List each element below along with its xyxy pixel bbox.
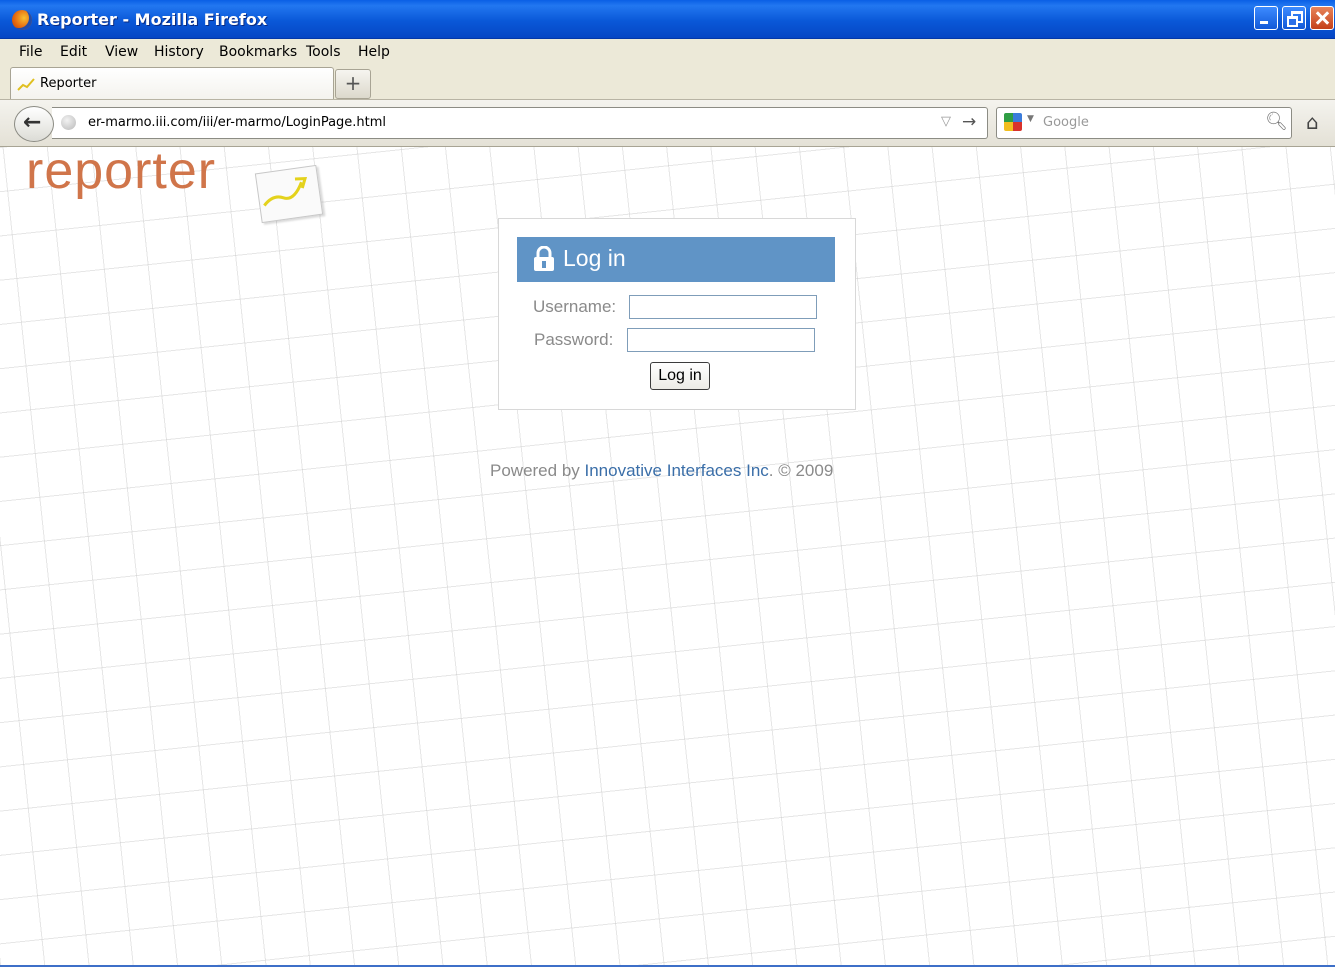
- username-label: Username:: [533, 297, 617, 316]
- page-content: reporter Log in Username: Password: Log …: [0, 142, 1335, 967]
- login-panel: Log in Username: Password: Log in: [498, 218, 856, 410]
- footer-suffix: . © 2009: [768, 461, 834, 480]
- tab-strip: Reporter +: [0, 64, 1335, 100]
- reporter-logo-graph-icon: [254, 164, 324, 224]
- menu-view[interactable]: View: [105, 44, 138, 60]
- menu-edit[interactable]: Edit: [60, 44, 87, 60]
- site-identity-icon[interactable]: [61, 115, 76, 130]
- tab-reporter[interactable]: Reporter: [10, 67, 334, 99]
- home-icon[interactable]: ⌂: [1306, 110, 1319, 134]
- password-label: Password:: [534, 330, 614, 349]
- lock-icon: [534, 246, 554, 271]
- url-bar[interactable]: er-marmo.iii.com/iii/er-marmo/LoginPage.…: [52, 107, 988, 139]
- new-tab-button[interactable]: +: [335, 69, 371, 99]
- login-button[interactable]: Log in: [650, 362, 710, 390]
- back-arrow-icon: ←: [23, 110, 42, 135]
- menu-file[interactable]: File: [19, 44, 42, 60]
- back-button[interactable]: ←: [14, 106, 54, 142]
- search-icon[interactable]: 🔍︎: [1265, 111, 1288, 132]
- minimize-button[interactable]: [1254, 6, 1278, 30]
- username-field[interactable]: [629, 295, 817, 319]
- menu-bookmarks[interactable]: Bookmarks: [219, 44, 297, 60]
- menu-bar: File Edit View History Bookmarks Tools H…: [0, 39, 1335, 64]
- url-dropdown-icon[interactable]: ▽: [941, 114, 951, 129]
- search-bar[interactable]: ▼ Google 🔍︎: [996, 107, 1292, 139]
- login-title: Log in: [563, 245, 626, 271]
- innovative-interfaces-link[interactable]: Innovative Interfaces Inc: [585, 461, 769, 480]
- maximize-button[interactable]: [1282, 6, 1306, 30]
- window-titlebar: Reporter - Mozilla Firefox: [0, 0, 1335, 39]
- tab-label: Reporter: [40, 76, 97, 91]
- window-title: Reporter - Mozilla Firefox: [37, 10, 268, 29]
- login-header: Log in: [517, 237, 835, 282]
- firefox-icon: [12, 10, 32, 30]
- navigation-bar: er-marmo.iii.com/iii/er-marmo/LoginPage.…: [0, 100, 1335, 147]
- menu-help[interactable]: Help: [358, 44, 390, 60]
- menu-history[interactable]: History: [154, 44, 204, 60]
- close-window-button[interactable]: [1310, 6, 1334, 30]
- engine-dropdown-icon[interactable]: ▼: [1027, 114, 1034, 124]
- password-field[interactable]: [627, 328, 815, 352]
- search-placeholder[interactable]: Google: [1043, 115, 1089, 130]
- go-arrow-icon[interactable]: →: [962, 112, 976, 132]
- reporter-favicon: [17, 78, 35, 91]
- google-icon[interactable]: [1004, 113, 1022, 131]
- footer: Powered by Innovative Interfaces Inc. © …: [490, 461, 833, 481]
- footer-prefix: Powered by: [490, 461, 585, 480]
- url-text[interactable]: er-marmo.iii.com/iii/er-marmo/LoginPage.…: [88, 115, 386, 130]
- reporter-logo-text: reporter: [26, 142, 217, 200]
- menu-tools[interactable]: Tools: [306, 44, 341, 60]
